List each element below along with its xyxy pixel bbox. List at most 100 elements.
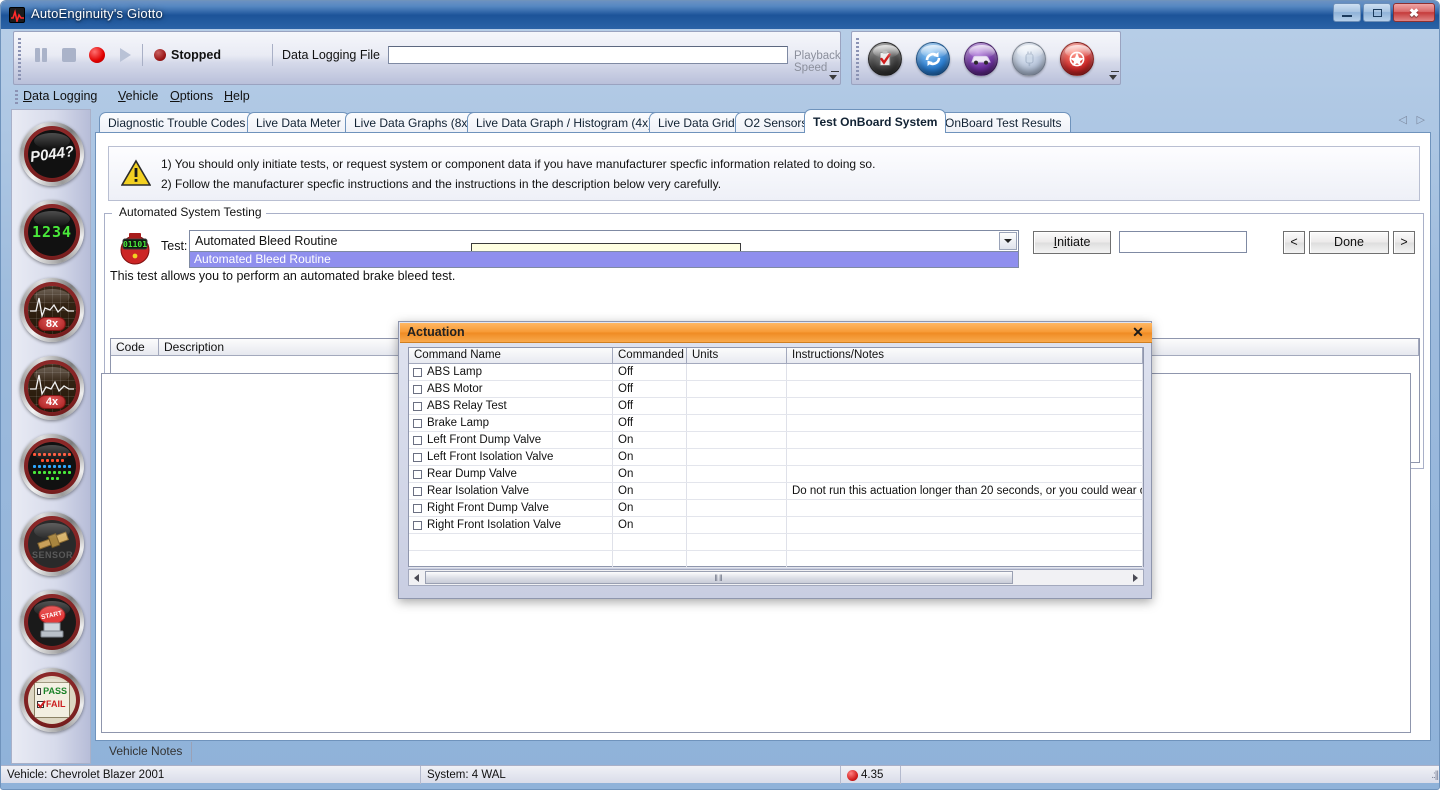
table-row[interactable]: Rear Isolation Valve On Do not run this …	[409, 483, 1143, 500]
toolbar-grip[interactable]	[856, 38, 859, 80]
stop-icon[interactable]	[58, 44, 80, 66]
next-button[interactable]: >	[1393, 231, 1415, 254]
group-title: Automated System Testing	[115, 205, 266, 219]
data-logging-file-input[interactable]	[388, 46, 788, 64]
chevron-down-icon[interactable]	[999, 232, 1017, 250]
actuation-command-grid: Command Name Commanded Units Instruction…	[408, 347, 1144, 567]
pause-icon[interactable]	[30, 44, 52, 66]
cell-units	[687, 432, 787, 448]
tab-test-onboard-system[interactable]: Test OnBoard System	[804, 109, 946, 133]
scrollbar-thumb[interactable]: ‖‖	[425, 571, 1013, 584]
row-checkbox[interactable]	[413, 402, 422, 411]
record-icon[interactable]	[86, 44, 108, 66]
row-checkbox[interactable]	[413, 419, 422, 428]
warning-line-1: 1) You should only initiate tests, or re…	[161, 157, 875, 171]
table-row[interactable]: Right Front Isolation Valve On	[409, 517, 1143, 534]
table-row[interactable]: Rear Dump Valve On	[409, 466, 1143, 483]
table-row[interactable]: Brake Lamp Off	[409, 415, 1143, 432]
row-checkbox[interactable]	[413, 385, 422, 394]
tab-onboard-test-results[interactable]: OnBoard Test Results	[936, 112, 1071, 133]
menu-grip[interactable]	[15, 90, 18, 104]
initiate-status-input[interactable]	[1119, 231, 1247, 253]
cell-units	[687, 517, 787, 533]
menu-item-vehicle[interactable]: Vehicle	[118, 89, 158, 103]
tab-vehicle-notes[interactable]: Vehicle Notes	[109, 744, 192, 758]
tab-diagnostic-trouble-codes[interactable]: Diagnostic Trouble Codes	[99, 112, 254, 133]
row-checkbox[interactable]	[413, 504, 422, 513]
row-checkbox[interactable]	[413, 436, 422, 445]
resize-grip-icon[interactable]: .:||	[1431, 770, 1438, 781]
cell-commanded: On	[613, 517, 687, 533]
initiate-button[interactable]: Initiate	[1033, 231, 1111, 254]
play-icon[interactable]	[114, 44, 136, 66]
warning-panel: 1) You should only initiate tests, or re…	[108, 146, 1420, 201]
menu-item-help[interactable]: Help	[224, 89, 250, 103]
table-row[interactable]: ABS Lamp Off	[409, 364, 1143, 381]
menu-item-options[interactable]: Options	[170, 89, 213, 103]
maximize-button[interactable]	[1363, 3, 1391, 22]
close-button[interactable]: ✖	[1393, 3, 1435, 22]
tab-live-data-graph-histogram-4x[interactable]: Live Data Graph / Histogram (4x)	[467, 112, 661, 133]
tab-live-data-graphs-8x[interactable]: Live Data Graphs (8x)	[345, 112, 480, 133]
ecg-waveform-icon	[9, 7, 25, 23]
row-checkbox[interactable]	[413, 453, 422, 462]
sidebar-icon-live-data-graph-histogram-4x[interactable]: 4x	[20, 356, 84, 420]
table-row[interactable]: Left Front Dump Valve On	[409, 432, 1143, 449]
column-header-instructions-notes[interactable]: Instructions/Notes	[787, 348, 1143, 363]
tab-live-data-meter[interactable]: Live Data Meter	[247, 112, 350, 133]
scroll-left-arrow-icon[interactable]	[409, 570, 424, 585]
tab-nav-next-icon[interactable]: ▷	[1417, 113, 1425, 126]
warning-line-2: 2) Follow the manufacturer specfic instr…	[161, 177, 721, 191]
table-row[interactable]: Left Front Isolation Valve On	[409, 449, 1143, 466]
status-system: System: 4 WAL	[421, 766, 841, 784]
sidebar-icon-test-onboard-system[interactable]: START	[20, 590, 84, 654]
disconnect-icon[interactable]	[1060, 42, 1104, 76]
ecu-module-icon: 01101	[117, 231, 153, 265]
sidebar-icon-o2-sensors[interactable]: SENSOR	[20, 512, 84, 576]
row-checkbox[interactable]	[413, 470, 422, 479]
table-row[interactable]: Right Front Dump Valve On	[409, 500, 1143, 517]
clipboard-check-icon[interactable]	[868, 42, 912, 76]
minimize-button[interactable]	[1333, 3, 1361, 22]
column-header-commanded[interactable]: Commanded	[613, 348, 687, 363]
vehicle-select-icon[interactable]	[964, 42, 1008, 76]
row-checkbox[interactable]	[413, 368, 422, 377]
close-icon[interactable]: ✕	[1130, 324, 1146, 340]
scroll-right-arrow-icon[interactable]	[1128, 570, 1143, 585]
dropdown-option-automated-bleed-routine[interactable]: Automated Bleed Routine	[190, 252, 1018, 267]
actuation-dialog-titlebar[interactable]: Actuation ✕	[400, 323, 1152, 343]
sidebar: P044? 1234 8x	[11, 109, 91, 764]
table-row[interactable]: ABS Relay Test Off	[409, 398, 1143, 415]
connect-plug-icon[interactable]	[1012, 42, 1056, 76]
refresh-sync-icon[interactable]	[916, 42, 960, 76]
sidebar-icon-onboard-test-results[interactable]: PASS FAIL	[20, 668, 84, 732]
sidebar-icon-live-data-grid[interactable]	[20, 434, 84, 498]
tab-nav-prev-icon[interactable]: ◁	[1399, 113, 1407, 126]
tab-live-data-grid[interactable]: Live Data Grid	[649, 112, 744, 133]
toolbar-grip[interactable]	[18, 38, 21, 80]
cell-notes	[787, 381, 1143, 397]
row-checkbox[interactable]	[413, 521, 422, 530]
row-checkbox[interactable]	[413, 487, 422, 496]
cell-notes	[787, 415, 1143, 431]
toolbar-overflow-icon[interactable]	[1109, 75, 1117, 80]
table-row[interactable]: ABS Motor Off	[409, 381, 1143, 398]
previous-button[interactable]: <	[1283, 231, 1305, 254]
test-combobox-dropdown[interactable]: Automated Bleed Routine	[189, 251, 1019, 268]
horizontal-scrollbar[interactable]: ‖‖	[408, 569, 1144, 586]
sidebar-icon-trouble-codes[interactable]: P044?	[20, 122, 84, 186]
cell-commanded: Off	[613, 381, 687, 397]
data-logging-file-label: Data Logging File	[282, 48, 380, 62]
sidebar-icon-live-data-meter[interactable]: 1234	[20, 200, 84, 264]
bottom-tab-strip: Vehicle Notes	[95, 741, 1431, 765]
column-header-units[interactable]: Units	[687, 348, 787, 363]
column-header-command-name[interactable]: Command Name	[409, 348, 613, 363]
toolbar-overflow-icon[interactable]	[829, 75, 837, 80]
column-header-code[interactable]: Code	[111, 339, 159, 355]
cell-units	[687, 381, 787, 397]
tab-separator	[191, 742, 192, 762]
menu-item-data-logging[interactable]: DData Loggingata Logging	[23, 89, 97, 103]
cell-notes	[787, 517, 1143, 533]
done-button[interactable]: Done	[1309, 231, 1389, 254]
sidebar-icon-live-data-graphs-8x[interactable]: 8x	[20, 278, 84, 342]
